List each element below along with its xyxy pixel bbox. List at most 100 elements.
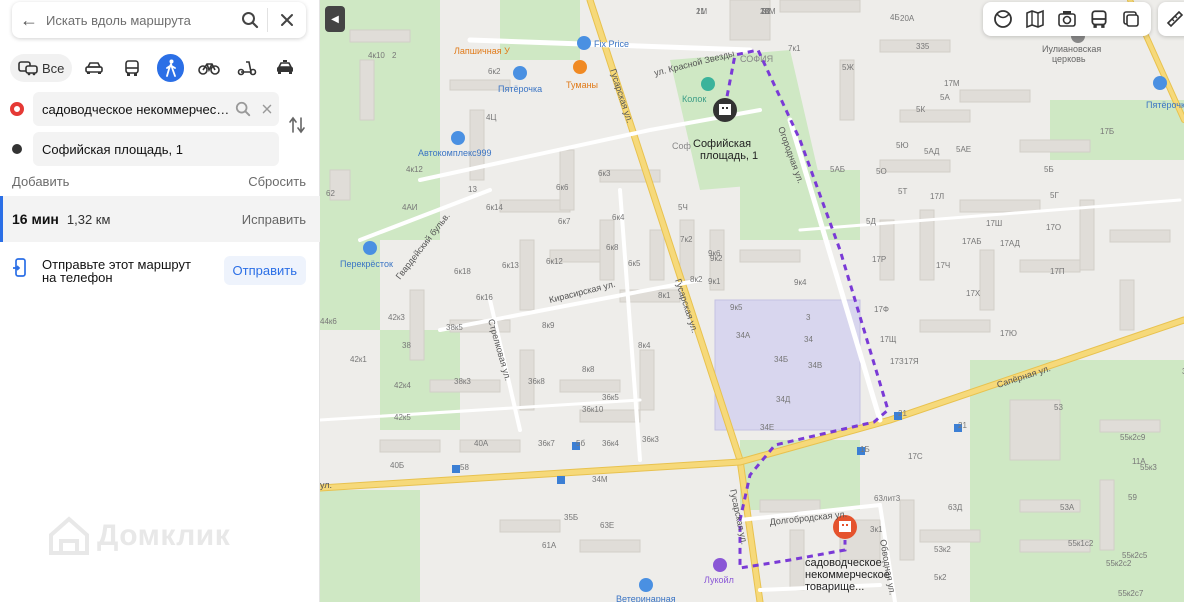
house-number-label: 17Х bbox=[966, 289, 981, 298]
house-number-label: 44к6 bbox=[320, 317, 337, 326]
house-number-label: 6к16 bbox=[476, 293, 493, 302]
collapse-sidebar-button[interactable]: ◀ bbox=[325, 6, 345, 32]
house-number-label: 8к2 bbox=[690, 275, 703, 284]
start-point-icon bbox=[10, 102, 24, 116]
fix-route-link[interactable]: Исправить bbox=[242, 212, 306, 227]
scooter-icon bbox=[237, 61, 257, 76]
photos-button[interactable] bbox=[1054, 6, 1080, 32]
house-number-label: 4Б bbox=[890, 13, 900, 22]
poi-label: Лапшичная У bbox=[454, 46, 510, 56]
house-number-label: 55к3 bbox=[1140, 463, 1157, 472]
poi-label: Колок bbox=[682, 94, 706, 104]
mode-transit-button[interactable] bbox=[119, 54, 146, 82]
map-type-button[interactable] bbox=[990, 6, 1016, 32]
swap-button[interactable] bbox=[289, 116, 305, 139]
panorama-button[interactable] bbox=[1022, 6, 1048, 32]
mode-scooter-button[interactable] bbox=[233, 54, 260, 82]
poi-label: Пятёрочка bbox=[498, 84, 542, 94]
house-number-label: 59 bbox=[1128, 493, 1137, 502]
map[interactable]: ул. Красной Звезды Гусарская ул. Гусарск… bbox=[320, 0, 1184, 602]
clear-icon[interactable] bbox=[255, 104, 279, 114]
mode-walk-button[interactable] bbox=[156, 54, 185, 82]
house-number-label: 8к1 bbox=[658, 291, 671, 300]
start-label: товарище... bbox=[805, 581, 864, 593]
house-number-label: 5Ж bbox=[842, 63, 854, 72]
mode-taxi-button[interactable] bbox=[272, 54, 299, 82]
ruler-button[interactable] bbox=[1158, 2, 1184, 36]
house-number-label: 17Я bbox=[904, 357, 919, 366]
search-input[interactable]: Искать вдоль маршрута bbox=[46, 13, 233, 28]
house-number-label: 5Г bbox=[1050, 191, 1059, 200]
house-number-label: 34Б bbox=[774, 355, 788, 364]
mode-bike-button[interactable] bbox=[195, 54, 222, 82]
house-number-label: 5б bbox=[576, 439, 585, 448]
house-number-label: 17З bbox=[890, 357, 904, 366]
bus-icon bbox=[125, 60, 140, 76]
poi-label: Иулиановская bbox=[1042, 44, 1101, 54]
house-number-label: 17Р bbox=[872, 255, 886, 264]
house-number-label: 5АД bbox=[924, 147, 940, 156]
house-number-label: 38к3 bbox=[454, 377, 471, 386]
house-number-label: 7к2 bbox=[680, 235, 693, 244]
transport-layer-button[interactable] bbox=[1086, 6, 1112, 32]
send-text-line1: Отправьте этот маршрут bbox=[42, 256, 191, 272]
mode-car-button[interactable] bbox=[80, 54, 107, 82]
house-number-label: 38к5 bbox=[446, 323, 463, 332]
house-number-label: 21 bbox=[958, 421, 967, 430]
house-number-label: 17М bbox=[944, 79, 960, 88]
close-button[interactable] bbox=[268, 2, 306, 38]
house-number-label: 17Ю bbox=[1000, 329, 1017, 338]
house-number-label: 6к5 bbox=[628, 259, 641, 268]
route-option[interactable]: 16 мин 1,32 км Исправить bbox=[0, 196, 320, 242]
house-number-label: 8к8 bbox=[582, 365, 595, 374]
house-number-label: 21 bbox=[762, 7, 771, 16]
send-text-line2: на телефон bbox=[42, 269, 113, 285]
destination-label: Софийская bbox=[693, 138, 751, 150]
domclick-watermark: Домклик bbox=[47, 515, 230, 557]
add-point-link[interactable]: Добавить bbox=[12, 174, 69, 189]
house-number-label: 36к8 bbox=[528, 377, 545, 386]
house-number-label: 4к12 bbox=[406, 165, 423, 174]
send-button[interactable]: Отправить bbox=[223, 256, 306, 285]
to-field-value: Софийская площадь, 1 bbox=[42, 141, 183, 157]
route-sidebar: ← Искать вдоль маршрута Все садоводческо… bbox=[0, 0, 320, 602]
house-number-label: 17П bbox=[1050, 267, 1065, 276]
house-number-label: 6к14 bbox=[486, 203, 503, 212]
triangle-left-icon: ◀ bbox=[331, 13, 339, 25]
search-icon[interactable] bbox=[231, 101, 255, 117]
house-number-label: 5Т bbox=[898, 187, 907, 196]
app: ← Искать вдоль маршрута Все садоводческо… bbox=[0, 0, 1184, 602]
house-number-label: 35Б bbox=[564, 513, 578, 522]
house-number-label: 3 bbox=[806, 313, 811, 322]
transport-modes: Все bbox=[10, 54, 310, 82]
house-number-label: 17АД bbox=[1000, 239, 1021, 248]
house-number-label: 34В bbox=[808, 361, 822, 370]
route-time: 16 мин bbox=[12, 211, 59, 227]
house-number-label: 6к13 bbox=[502, 261, 519, 270]
house-number-label: 6к3 bbox=[598, 169, 611, 178]
route-point-from: садоводческое некоммерческое товариществ… bbox=[10, 92, 279, 126]
house-number-label: 17Ш bbox=[986, 219, 1002, 228]
from-field[interactable]: садоводческое некоммерческое товариществ… bbox=[33, 92, 279, 126]
reset-link[interactable]: Сбросить bbox=[248, 174, 306, 189]
to-field[interactable]: Софийская площадь, 1 bbox=[33, 132, 279, 166]
route-distance: 1,32 км bbox=[66, 211, 111, 227]
layers-icon bbox=[1123, 11, 1139, 27]
house-number-label: 5К bbox=[916, 105, 925, 114]
house-number-label: 6к8 bbox=[606, 243, 619, 252]
house-number-label: 42к1 bbox=[350, 355, 367, 364]
phone-icon bbox=[12, 258, 30, 283]
shop-icon bbox=[363, 241, 377, 255]
house-number-label: 42к5 bbox=[394, 413, 411, 422]
house-number-label: 6к2 bbox=[488, 67, 501, 76]
destination-marker[interactable] bbox=[713, 98, 737, 122]
search-button[interactable] bbox=[233, 2, 267, 38]
back-button[interactable]: ← bbox=[12, 2, 46, 38]
ruler-icon bbox=[1166, 10, 1184, 28]
poi-label: Лукойл bbox=[704, 575, 734, 585]
house-number-label: 17Ч bbox=[936, 261, 950, 270]
house-number-label: 36к3 bbox=[642, 435, 659, 444]
layers-button[interactable] bbox=[1118, 6, 1144, 32]
mode-all-button[interactable]: Все bbox=[10, 54, 73, 82]
house-number-label: 13 bbox=[468, 185, 477, 194]
